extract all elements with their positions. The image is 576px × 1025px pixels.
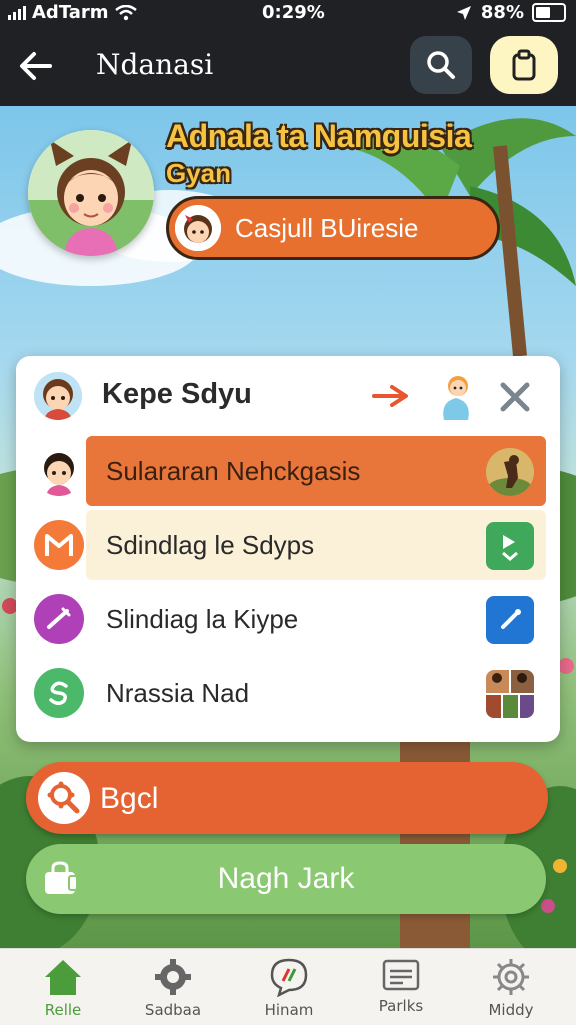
close-icon[interactable] (496, 378, 534, 416)
nav-label: Relle (44, 1001, 82, 1019)
s-logo-icon (34, 668, 84, 718)
nav-label: Middy (488, 1001, 534, 1019)
kid-sticker-icon (443, 376, 469, 420)
nav-label: Sadbaa (144, 1001, 202, 1019)
hero-subline: Gyan (166, 158, 232, 188)
app-header: Ndanasi (0, 26, 576, 106)
edit-pencil-icon (34, 594, 84, 644)
nav-item-hinam[interactable]: Hinam (234, 957, 344, 1025)
settings-icon (493, 959, 529, 995)
secondary-action-button[interactable]: Nagh Jark (26, 844, 546, 914)
gmail-icon (34, 520, 84, 570)
profile-button-label: Casjull BUiresie (235, 212, 419, 243)
profile-button[interactable]: Casjull BUiresie (166, 196, 500, 260)
nav-item-parlks[interactable]: Parlks (346, 957, 456, 1025)
hero-headline: Adnala ta Namguisia (166, 118, 472, 154)
photo-thumbnail-icon (486, 448, 534, 496)
chat-icon (270, 958, 308, 997)
location-icon (456, 5, 471, 20)
card-title: Kepe Sdyu (102, 378, 252, 410)
primary-action-label: Bgcl (100, 782, 159, 815)
arrow-right-icon (372, 385, 408, 407)
back-arrow-icon[interactable] (16, 46, 56, 86)
search-gear-icon (38, 772, 90, 824)
girl-avatar-icon (28, 130, 154, 256)
battery-percent: 88% (480, 2, 524, 23)
list-item-label: Slindiag la Kiype (106, 604, 299, 634)
boy-face-icon (34, 446, 84, 496)
list-item[interactable]: Nrassia Nad (16, 658, 560, 728)
signal-icon (8, 5, 26, 20)
mini-avatar-icon (175, 205, 221, 251)
list-item-label: Nrassia Nad (106, 678, 250, 708)
clipboard-icon (512, 49, 536, 81)
nav-label: Parlks (378, 997, 424, 1015)
clipboard-button[interactable] (490, 36, 558, 94)
selection-card: Kepe Sdyu Sulararan Nehckgasis Sdindlag … (16, 356, 560, 742)
play-download-icon (486, 522, 534, 570)
search-icon (427, 51, 455, 79)
wifi-icon (114, 4, 137, 20)
list-item[interactable]: Slindiag la Kiype (16, 584, 560, 654)
list-item[interactable]: Sulararan Nehckgasis (16, 436, 560, 506)
photo-collage-icon (486, 670, 534, 718)
card-header: Kepe Sdyu (16, 356, 560, 436)
link-icon (486, 596, 534, 644)
list-item-label: Sdindlag le Sdyps (106, 530, 315, 560)
battery-icon (532, 3, 566, 22)
nav-item-middy[interactable]: Middy (456, 957, 566, 1025)
secondary-action-label: Nagh Jark (217, 862, 355, 895)
nav-label: Hinam (264, 1001, 314, 1019)
bottom-navigation: Relle Sadbaa Hinam Parlks Middy (0, 948, 576, 1025)
list-item[interactable]: Sdindlag le Sdyps (16, 510, 560, 580)
home-icon (45, 960, 81, 995)
gear-icon (155, 959, 191, 995)
mail-icon (382, 959, 420, 991)
primary-action-button[interactable]: Bgcl (26, 762, 548, 834)
hero-scene: Adnala ta Namguisia Gyan Casjull BUiresi… (0, 106, 576, 948)
nav-item-home[interactable]: Relle (8, 957, 118, 1025)
page-title: Ndanasi (96, 48, 214, 81)
profile-avatar[interactable] (28, 130, 154, 256)
nav-item-sadbaa[interactable]: Sadbaa (118, 957, 228, 1025)
carrier-name: AdTarm (32, 2, 109, 23)
search-button[interactable] (410, 36, 472, 94)
list-item-label: Sulararan Nehckgasis (106, 456, 361, 486)
status-time: 0:29% (262, 2, 325, 23)
boy-avatar-icon (34, 372, 82, 420)
status-bar: AdTarm 0:29% 88% (0, 0, 576, 26)
